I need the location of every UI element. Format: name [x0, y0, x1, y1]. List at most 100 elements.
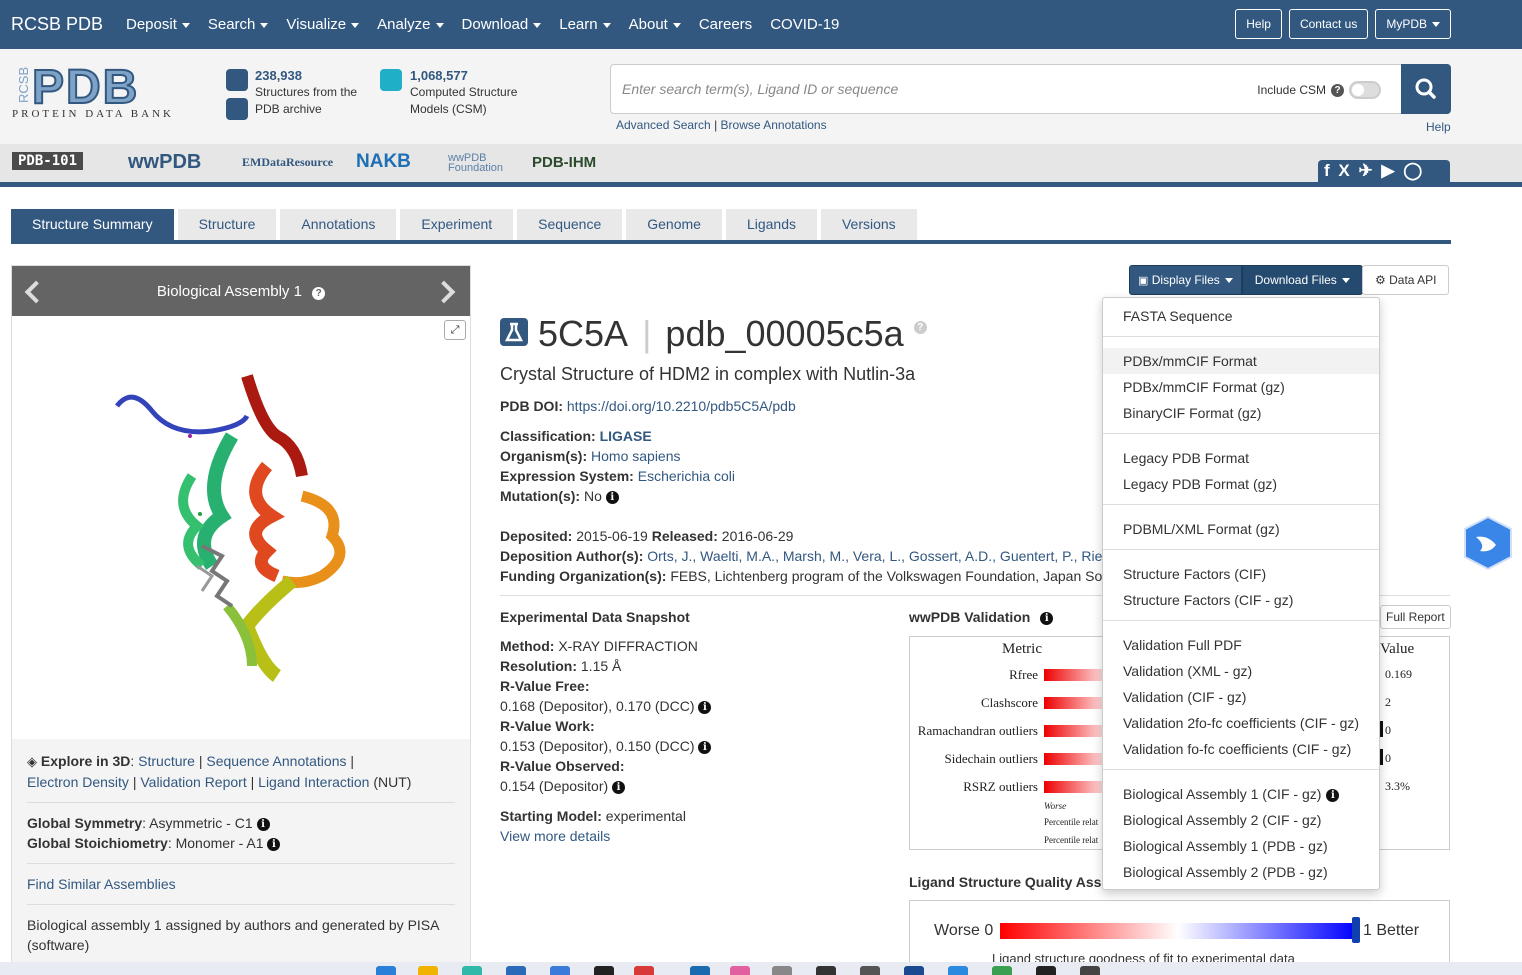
explore-structure-link[interactable]: Structure — [138, 753, 195, 769]
partner-wwpdb-foundation[interactable]: wwPDB Foundation — [448, 153, 518, 174]
menu-item-pdbml-xml-format-gz[interactable]: PDBML/XML Format (gz) — [1103, 516, 1379, 542]
advanced-search-link[interactable]: Advanced Search — [616, 118, 711, 132]
partner-pdb-ihm[interactable]: PDB-IHM — [532, 154, 596, 171]
nav-item-learn[interactable]: Learn — [559, 16, 611, 33]
menu-item-structure-factors-cif-gz[interactable]: Structure Factors (CIF - gz) — [1103, 587, 1379, 613]
info-icon[interactable]: i — [698, 700, 712, 714]
file-explorer-icon[interactable] — [418, 966, 438, 975]
explore-ligand-interaction-link[interactable]: Ligand Interaction — [258, 774, 369, 790]
data-api-button[interactable]: ⚙ Data API — [1362, 265, 1450, 295]
menu-item-biological-assembly-1-cif-gz[interactable]: Biological Assembly 1 (CIF - gz) i — [1103, 781, 1379, 807]
menu-item-biological-assembly-2-cif-gz[interactable]: Biological Assembly 2 (CIF - gz) — [1103, 807, 1379, 833]
nav-item-search[interactable]: Search — [208, 16, 269, 33]
find-similar-assemblies-link[interactable]: Find Similar Assemblies — [27, 874, 455, 894]
tab-sequence[interactable]: Sequence — [517, 209, 623, 240]
download-files-button[interactable]: Download Files — [1241, 265, 1363, 295]
app-icon[interactable] — [506, 966, 526, 975]
info-icon[interactable]: i — [612, 780, 626, 794]
expression-link[interactable]: Escherichia coli — [638, 468, 735, 484]
info-icon[interactable]: i — [605, 490, 619, 504]
tab-ligands[interactable]: Ligands — [725, 209, 817, 240]
app-icon[interactable] — [690, 966, 710, 975]
browse-annotations-link[interactable]: Browse Annotations — [721, 118, 827, 132]
app-icon[interactable] — [904, 966, 924, 975]
nav-item-visualize[interactable]: Visualize — [286, 16, 360, 33]
menu-item-pdbx-mmcif-format[interactable]: PDBx/mmCIF Format — [1103, 348, 1379, 374]
full-report-button[interactable]: Full Report — [1380, 605, 1451, 629]
tab-versions[interactable]: Versions — [820, 209, 917, 240]
partner-nakb[interactable]: NAKB — [356, 151, 411, 173]
app-icon[interactable] — [550, 966, 570, 975]
include-csm-toggle[interactable] — [1349, 81, 1381, 99]
nav-item-covid-19[interactable]: COVID-19 — [770, 16, 839, 33]
app-icon[interactable] — [1036, 966, 1056, 975]
menu-item-binarycif-format-gz[interactable]: BinaryCIF Format (gz) — [1103, 400, 1379, 426]
tab-genome[interactable]: Genome — [626, 209, 722, 240]
menu-item-pdbx-mmcif-format-gz[interactable]: PDBx/mmCIF Format (gz) — [1103, 374, 1379, 400]
expand-icon[interactable]: ⤢ — [444, 320, 466, 340]
menu-item-validation-xml-gz[interactable]: Validation (XML - gz) — [1103, 658, 1379, 684]
mypdb-button[interactable]: MyPDB — [1375, 9, 1451, 39]
info-icon[interactable]: i — [267, 837, 281, 851]
social-icons[interactable]: f X ✈ ▶ ◯ in — [1318, 160, 1450, 202]
tab-annotations[interactable]: Annotations — [280, 209, 397, 240]
rcsb-pdb-logo[interactable]: RCSB PDB PROTEIN DATA BANK — [10, 65, 202, 119]
help-icon[interactable]: ? — [312, 287, 326, 300]
partner-emdataresource[interactable]: EMDataResource — [242, 155, 333, 170]
help-icon[interactable]: ? — [913, 321, 927, 334]
info-icon[interactable]: i — [1326, 788, 1340, 802]
nav-item-deposit[interactable]: Deposit — [126, 16, 190, 33]
app-icon[interactable] — [594, 966, 614, 975]
csm-count[interactable]: 1,068,577 — [410, 67, 517, 84]
app-icon[interactable] — [992, 966, 1012, 975]
search-input[interactable]: Enter search term(s), Ligand ID or seque… — [610, 64, 1402, 114]
structure-3d-image[interactable] — [102, 366, 382, 696]
tab-structure-summary[interactable]: Structure Summary — [11, 209, 174, 240]
menu-item-validation-cif-gz[interactable]: Validation (CIF - gz) — [1103, 684, 1379, 710]
nav-item-download[interactable]: Download — [462, 16, 542, 33]
menu-item-biological-assembly-2-pdb-gz[interactable]: Biological Assembly 2 (PDB - gz) — [1103, 859, 1379, 885]
search-help-link[interactable]: Help — [1426, 120, 1451, 134]
app-icon[interactable] — [860, 966, 880, 975]
view-more-details-link[interactable]: View more details — [500, 826, 711, 846]
classification-link[interactable]: LIGASE — [600, 428, 652, 444]
feedback-widget-icon[interactable] — [1462, 515, 1514, 571]
menu-item-validation-full-pdf[interactable]: Validation Full PDF — [1103, 632, 1379, 658]
explore-validation-report-link[interactable]: Validation Report — [140, 774, 246, 790]
nav-item-about[interactable]: About — [629, 16, 681, 33]
app-icon[interactable] — [1080, 966, 1100, 975]
partner-pdb101[interactable]: PDB-101 — [12, 152, 84, 170]
menu-item-validation-2fo-fc-coefficients-cif-gz[interactable]: Validation 2fo-fc coefficients (CIF - gz… — [1103, 710, 1379, 736]
display-files-button[interactable]: ▣ Display Files — [1129, 265, 1242, 295]
authors-links[interactable]: Orts, J., Waelti, M.A., Marsh, M., Vera,… — [647, 548, 1102, 564]
organism-link[interactable]: Homo sapiens — [591, 448, 681, 464]
search-button[interactable] — [1401, 64, 1451, 114]
info-icon[interactable]: i — [256, 817, 270, 831]
menu-item-validation-fo-fc-coefficients-cif-gz[interactable]: Validation fo-fc coefficients (CIF - gz) — [1103, 736, 1379, 762]
info-icon[interactable]: i — [698, 740, 712, 754]
explore-electron-density-link[interactable]: Electron Density — [27, 774, 129, 790]
help-button[interactable]: Help — [1235, 9, 1282, 39]
doi-link[interactable]: https://doi.org/10.2210/pdb5C5A/pdb — [567, 398, 796, 414]
nav-item-careers[interactable]: Careers — [699, 16, 752, 33]
app-icon[interactable] — [634, 966, 654, 975]
contact-button[interactable]: Contact us — [1288, 9, 1369, 39]
menu-item-legacy-pdb-format-gz[interactable]: Legacy PDB Format (gz) — [1103, 471, 1379, 497]
app-icon[interactable] — [948, 966, 968, 975]
info-icon[interactable]: i — [1040, 611, 1054, 625]
tab-structure[interactable]: Structure — [177, 209, 277, 240]
app-icon[interactable] — [816, 966, 836, 975]
app-icon[interactable] — [772, 966, 792, 975]
menu-item-structure-factors-cif[interactable]: Structure Factors (CIF) — [1103, 561, 1379, 587]
help-icon[interactable]: ? — [1331, 83, 1344, 97]
partner-wwpdb[interactable]: wwPDB — [128, 151, 201, 174]
app-icon[interactable] — [730, 966, 750, 975]
menu-item-fasta-sequence[interactable]: FASTA Sequence — [1103, 303, 1379, 329]
archive-count[interactable]: 238,938 — [255, 67, 357, 84]
brand-link[interactable]: RCSB PDB — [11, 14, 103, 35]
tab-experiment[interactable]: Experiment — [400, 209, 514, 240]
windows-start-icon[interactable] — [376, 966, 396, 975]
browser-icon[interactable] — [462, 966, 482, 975]
explore-sequence-annotations-link[interactable]: Sequence Annotations — [206, 753, 346, 769]
menu-item-legacy-pdb-format[interactable]: Legacy PDB Format — [1103, 445, 1379, 471]
